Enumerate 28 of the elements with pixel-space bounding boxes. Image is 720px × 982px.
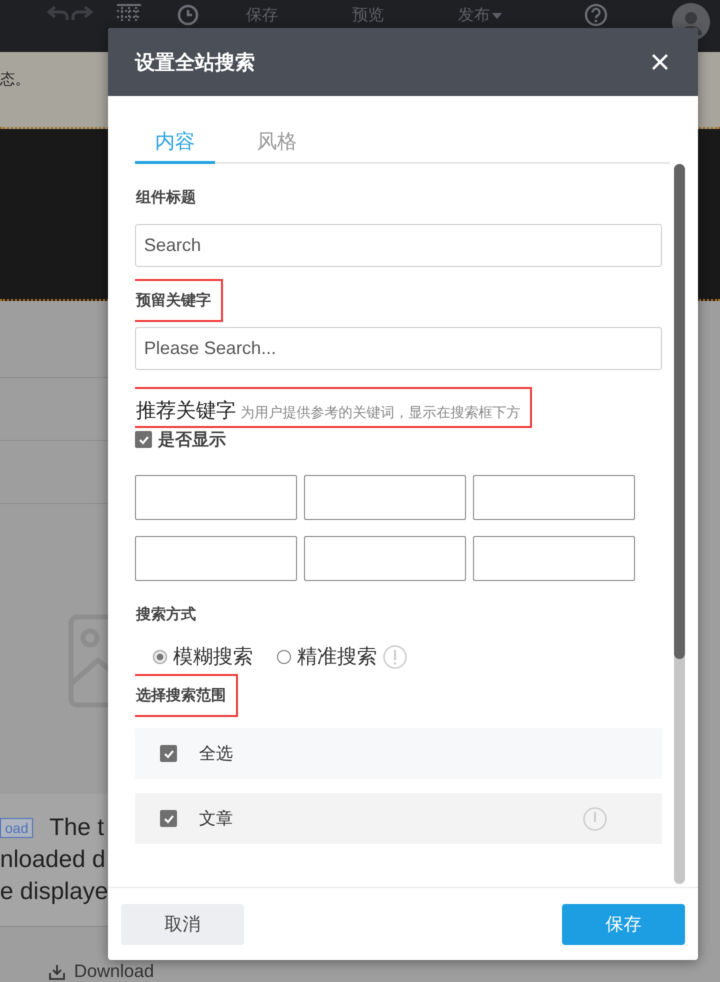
card-text: nloaded d: [0, 845, 106, 875]
checkbox-label: 是否显示: [158, 429, 226, 451]
toolbar-button[interactable]: 预览: [352, 7, 384, 25]
dialog-title: 设置全站搜索: [135, 50, 255, 76]
cancel-button[interactable]: 取消: [121, 904, 244, 944]
toolbar-button[interactable]: 保存: [246, 7, 278, 25]
checkbox-label: 全选: [199, 743, 233, 765]
tab[interactable]: 风格: [237, 128, 317, 164]
radio-label: 精准搜索: [297, 645, 377, 670]
card-text: The t: [49, 813, 104, 843]
download-link[interactable]: Download: [74, 961, 154, 982]
scope-row[interactable]: 全选: [135, 728, 662, 779]
field-label: 推荐关键字 为用户提供参考的关键词，显示在搜索框下方: [135, 387, 532, 428]
input-field[interactable]: Search: [135, 224, 662, 267]
tag: oad: [0, 818, 34, 838]
card-text: e displaye: [0, 877, 110, 907]
input-field[interactable]: Please Search...: [135, 327, 662, 370]
tab[interactable]: 内容: [135, 128, 215, 164]
save-button[interactable]: 保存: [562, 904, 685, 944]
checkbox-label: 文章: [199, 808, 233, 830]
field-label: 预留关键字: [135, 279, 223, 322]
scope-row[interactable]: 文章: [135, 793, 662, 844]
field-label: 组件标题: [135, 188, 197, 208]
radio-label: 模糊搜索: [173, 645, 253, 670]
toolbar-button[interactable]: 发布: [458, 7, 502, 25]
notice-text: 态。: [0, 70, 30, 89]
field-label: 选择搜索范围: [135, 674, 238, 717]
field-label: 搜索方式: [135, 605, 197, 625]
